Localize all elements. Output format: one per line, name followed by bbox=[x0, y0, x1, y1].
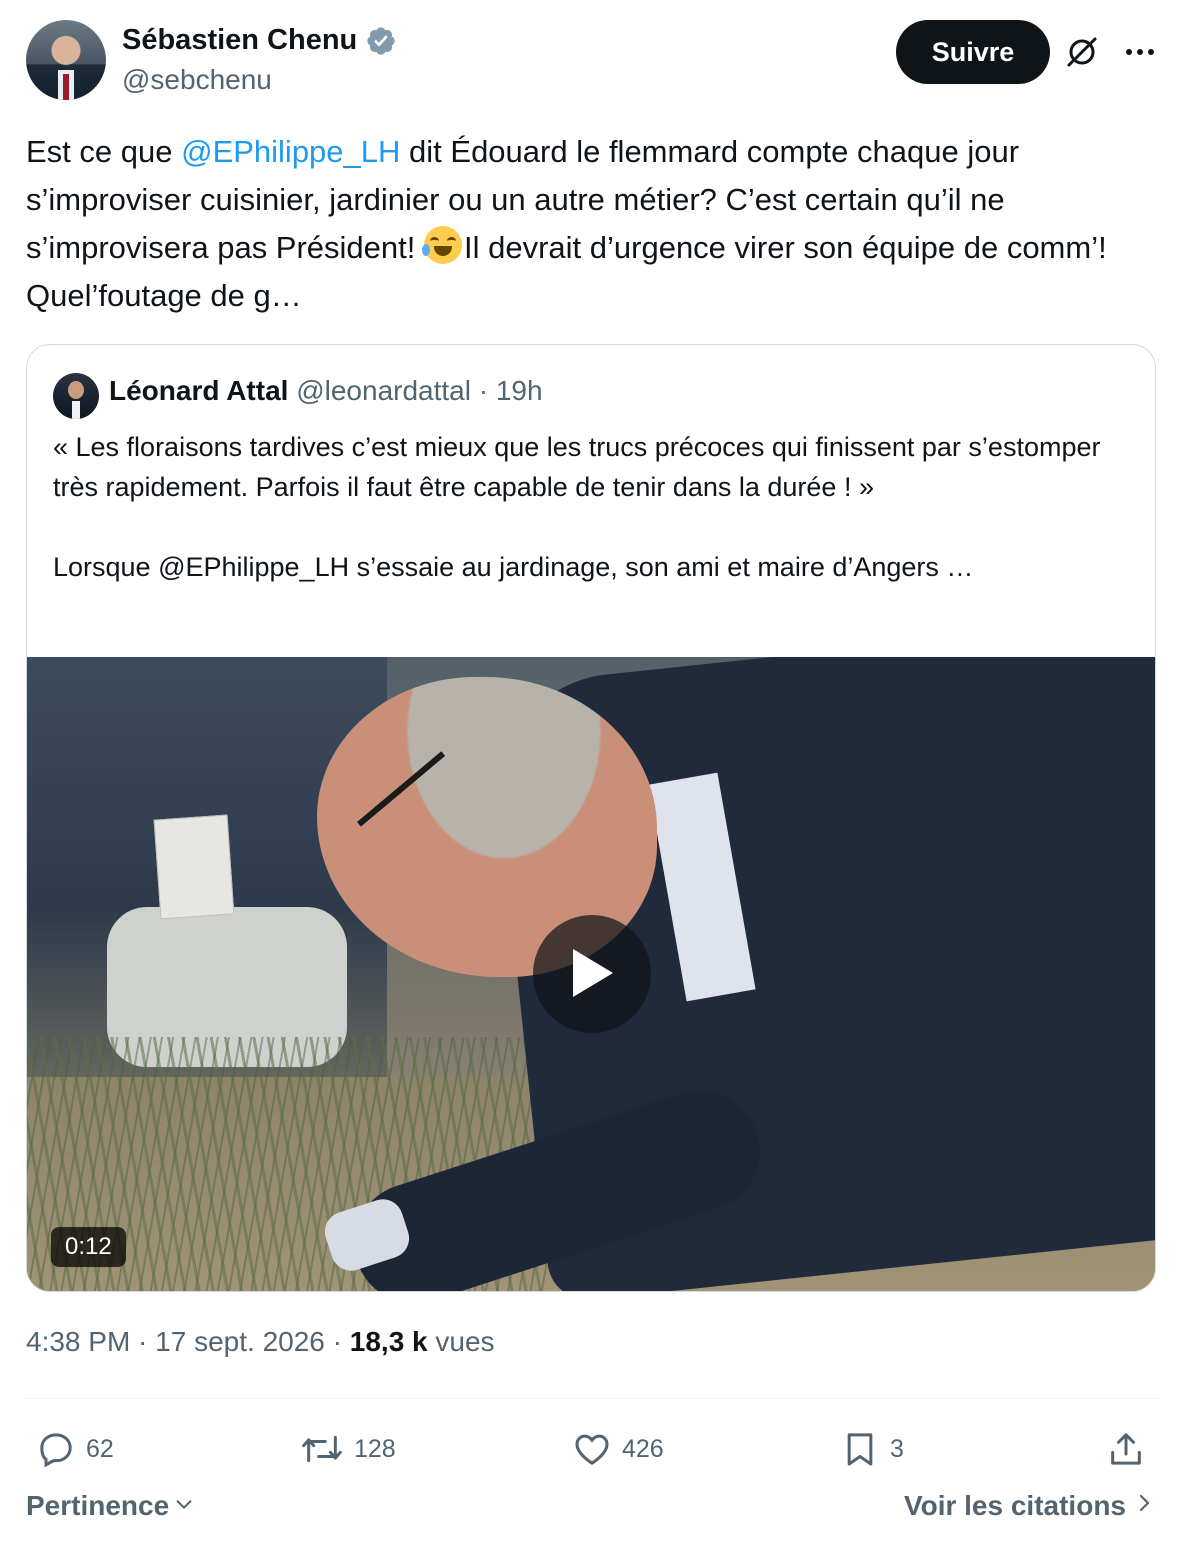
quoted-tweet[interactable]: Léonard Attal @leonardattal · 19h « Les … bbox=[26, 344, 1156, 1292]
tears-of-joy-emoji-icon bbox=[422, 226, 462, 264]
quote-author-avatar[interactable] bbox=[53, 373, 99, 419]
quote-separator: · bbox=[470, 375, 496, 406]
views-count: 18,3 k bbox=[349, 1326, 428, 1357]
view-quotes-label: Voir les citations bbox=[904, 1490, 1126, 1521]
author-avatar[interactable] bbox=[26, 20, 106, 100]
sort-label: Pertinence bbox=[26, 1490, 170, 1521]
reply-button[interactable]: 62 bbox=[36, 1424, 114, 1474]
meta-separator: · bbox=[130, 1326, 156, 1357]
author-name-row: Sébastien Chenu bbox=[122, 24, 397, 57]
video-duration: 0:12 bbox=[51, 1227, 126, 1267]
share-button[interactable] bbox=[1106, 1424, 1146, 1474]
repost-button[interactable]: 128 bbox=[300, 1424, 396, 1474]
bookmark-count: 3 bbox=[890, 1434, 904, 1463]
like-count: 426 bbox=[622, 1434, 664, 1463]
tweet-time[interactable]: 4:38 PM bbox=[26, 1326, 130, 1357]
mention-link[interactable]: @EPhilippe_LH bbox=[181, 134, 400, 169]
like-button[interactable]: 426 bbox=[572, 1424, 664, 1474]
views-label: vues bbox=[427, 1326, 495, 1357]
quote-header: Léonard Attal @leonardattal · 19h bbox=[109, 375, 543, 407]
tweet-header: Sébastien Chenu @sebchenu Suivre bbox=[26, 20, 1158, 100]
reply-count: 62 bbox=[86, 1434, 114, 1463]
repost-icon bbox=[300, 1429, 344, 1469]
sort-dropdown[interactable]: Pertinence bbox=[26, 1490, 195, 1522]
tweet-text: Est ce que @EPhilippe_LH dit Édouard le … bbox=[26, 128, 1156, 320]
more-icon[interactable] bbox=[1122, 34, 1158, 70]
verified-badge-icon[interactable] bbox=[365, 25, 397, 57]
repost-count: 128 bbox=[354, 1434, 396, 1463]
chevron-down-icon bbox=[173, 1490, 195, 1522]
bookmark-button[interactable]: 3 bbox=[840, 1424, 904, 1474]
quote-text: « Les floraisons tardives c’est mieux qu… bbox=[53, 432, 1101, 582]
reply-icon bbox=[36, 1429, 76, 1469]
play-button[interactable] bbox=[533, 915, 651, 1033]
quote-author-handle[interactable]: @leonardattal bbox=[296, 375, 471, 406]
tweet-date[interactable]: 17 sept. 2026 bbox=[155, 1326, 325, 1357]
quote-time[interactable]: 19h bbox=[496, 375, 543, 406]
tweet-meta: 4:38 PM · 17 sept. 2026 · 18,3 k vues bbox=[26, 1326, 495, 1358]
divider bbox=[26, 1398, 1158, 1399]
heart-icon bbox=[572, 1429, 612, 1469]
grok-icon[interactable] bbox=[1064, 34, 1100, 70]
action-bar: 62 128 426 3 bbox=[26, 1424, 1156, 1474]
follow-button[interactable]: Suivre bbox=[896, 20, 1050, 84]
view-quotes-link[interactable]: Voir les citations bbox=[904, 1490, 1154, 1522]
tweet-text-before: Est ce que bbox=[26, 134, 182, 169]
author-handle[interactable]: @sebchenu bbox=[122, 64, 272, 96]
bookmark-icon bbox=[840, 1429, 880, 1469]
play-icon bbox=[569, 947, 615, 1002]
chevron-right-icon bbox=[1134, 1490, 1154, 1522]
quote-author-name[interactable]: Léonard Attal bbox=[109, 375, 288, 406]
share-icon bbox=[1106, 1429, 1146, 1469]
meta-separator: · bbox=[324, 1326, 350, 1357]
video-player[interactable]: 0:12 bbox=[27, 657, 1155, 1291]
author-name[interactable]: Sébastien Chenu bbox=[122, 24, 357, 57]
